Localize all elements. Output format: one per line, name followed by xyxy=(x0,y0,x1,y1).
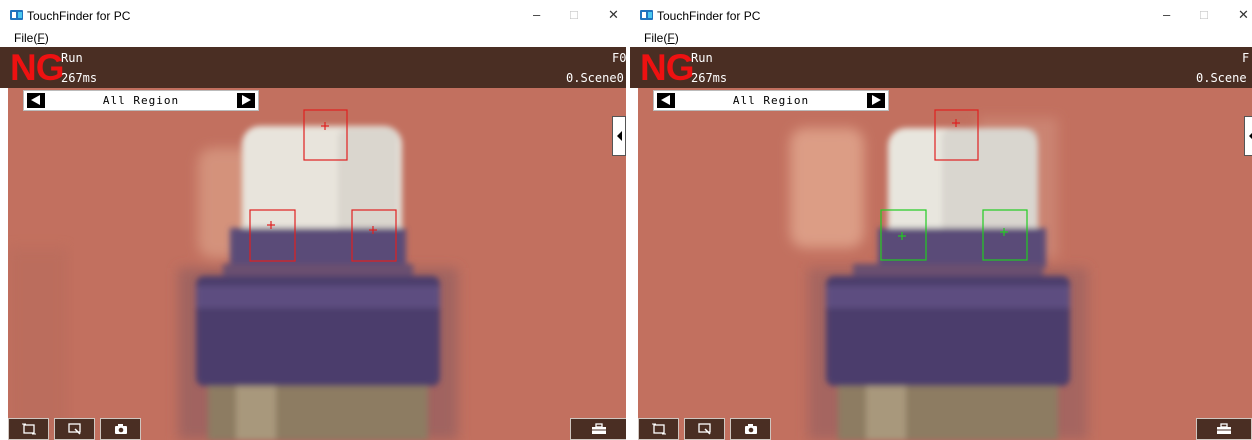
zoom-region-button[interactable] xyxy=(684,418,725,440)
camera-image-view[interactable]: All Region xyxy=(638,88,1252,440)
menu-file[interactable]: File(F) xyxy=(644,31,679,45)
function-label: F0 xyxy=(612,51,626,65)
run-mode: Run xyxy=(61,51,83,65)
minimize-button[interactable]: – xyxy=(533,8,540,22)
region-selector: All Region xyxy=(23,90,259,111)
title-bar: TouchFinder for PC – □ ✕ xyxy=(630,0,1252,30)
zoom-fit-button[interactable] xyxy=(8,418,49,440)
tools-button[interactable] xyxy=(1196,418,1252,440)
zoom-region-button[interactable] xyxy=(54,418,95,440)
menu-file-accelerator: F xyxy=(37,31,45,45)
menu-file[interactable]: File(F) xyxy=(14,31,49,45)
maximize-button[interactable]: □ xyxy=(570,8,578,22)
zoom-region-icon xyxy=(697,423,711,435)
judgement-result: NG xyxy=(640,47,694,88)
menu-file-label: File( xyxy=(14,31,38,45)
menu-bar: File(F) xyxy=(630,30,1252,47)
touchfinder-window-1: TouchFinder for PC – □ ✕ File(F) NG Run … xyxy=(0,0,626,440)
processing-time: 267ms xyxy=(691,71,728,85)
scene-label: 0.Scene xyxy=(1196,71,1247,85)
tools-button[interactable] xyxy=(570,418,626,440)
processing-time: 267ms xyxy=(61,71,98,85)
run-mode: Run xyxy=(691,51,713,65)
window-title: TouchFinder for PC xyxy=(27,9,131,23)
app-icon xyxy=(10,10,23,20)
status-bar: NG Run 267ms F 0.Scene xyxy=(630,47,1252,88)
zoom-fit-button[interactable] xyxy=(638,418,679,440)
touchfinder-window-2: TouchFinder for PC – □ ✕ File(F) NG Run … xyxy=(630,0,1252,440)
menu-file-label: File( xyxy=(644,31,668,45)
region-prev-button[interactable] xyxy=(27,93,45,108)
camera-image xyxy=(8,88,626,440)
region-next-button[interactable] xyxy=(867,93,885,108)
camera-icon xyxy=(744,424,757,434)
title-bar: TouchFinder for PC – □ ✕ xyxy=(0,0,626,30)
menu-file-paren: ) xyxy=(44,31,49,45)
region-label: All Region xyxy=(732,94,810,107)
window-title: TouchFinder for PC xyxy=(657,9,761,23)
capture-button[interactable] xyxy=(100,418,141,440)
menu-bar: File(F) xyxy=(0,30,626,47)
region-prev-button[interactable] xyxy=(657,93,675,108)
toolbox-icon xyxy=(592,423,606,434)
region-label: All Region xyxy=(102,94,180,107)
side-panel-toggle[interactable] xyxy=(1244,116,1252,156)
close-button[interactable]: ✕ xyxy=(608,8,619,22)
function-label: F xyxy=(1242,51,1250,65)
side-panel-toggle[interactable] xyxy=(612,116,626,156)
region-next-button[interactable] xyxy=(237,93,255,108)
zoom-fit-icon xyxy=(21,423,36,435)
camera-icon xyxy=(114,424,127,434)
region-selector: All Region xyxy=(653,90,889,111)
zoom-region-icon xyxy=(67,423,81,435)
capture-button[interactable] xyxy=(730,418,771,440)
judgement-result: NG xyxy=(10,47,64,88)
toolbox-icon xyxy=(1217,423,1231,434)
minimize-button[interactable]: – xyxy=(1163,8,1170,22)
scene-label: 0.Scene0 xyxy=(566,71,624,85)
maximize-button[interactable]: □ xyxy=(1200,8,1208,22)
camera-image-view[interactable]: All Region xyxy=(8,88,626,440)
app-icon xyxy=(640,10,653,20)
camera-image xyxy=(638,88,1252,440)
status-bar: NG Run 267ms F0 0.Scene0 xyxy=(0,47,626,88)
close-button[interactable]: ✕ xyxy=(1238,8,1249,22)
menu-file-accelerator: F xyxy=(667,31,675,45)
zoom-fit-icon xyxy=(651,423,666,435)
menu-file-paren: ) xyxy=(674,31,679,45)
